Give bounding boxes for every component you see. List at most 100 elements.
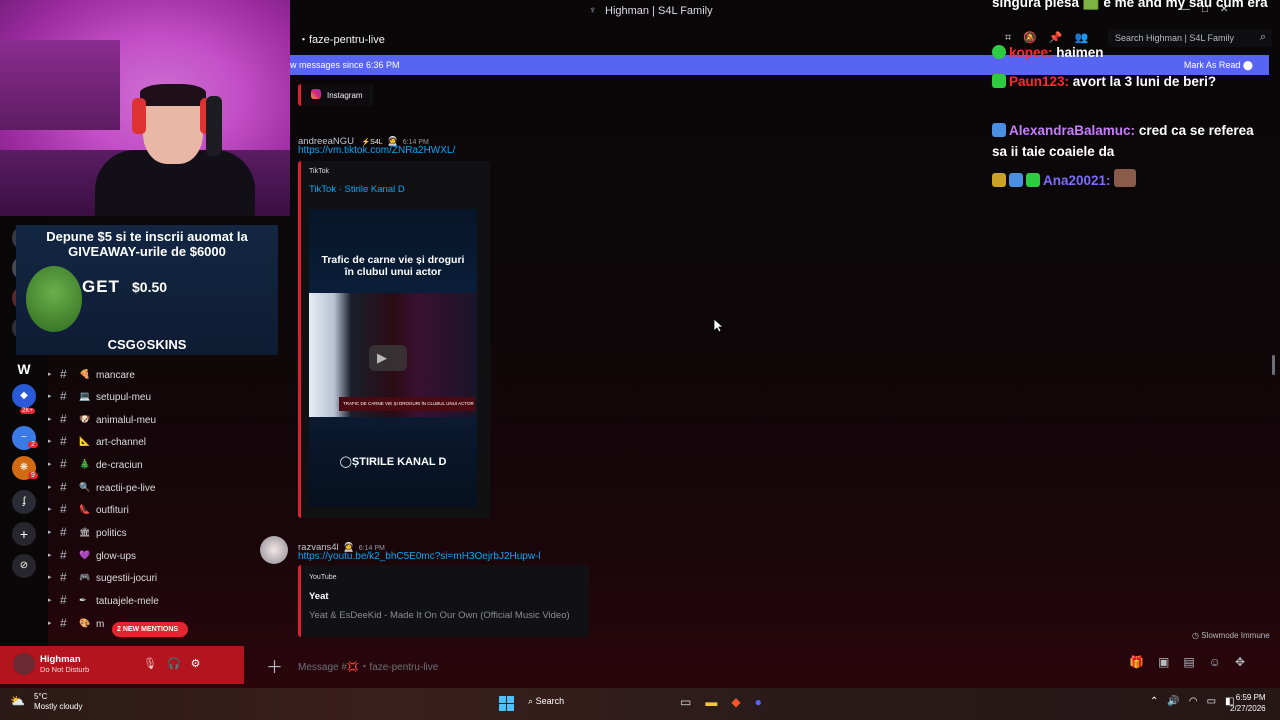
- chevron-right-icon: ▸: [48, 416, 52, 423]
- volume-icon[interactable]: 🔊: [1167, 696, 1188, 707]
- logo-circle-icon: ◯: [339, 456, 352, 468]
- channel-item-art-channel[interactable]: ▸ # 📐 art-channel: [46, 433, 286, 453]
- channel-item-animalul-meu[interactable]: ▸ # 🐶 animalul-meu: [46, 411, 286, 431]
- ad-amount: $0.50: [132, 279, 168, 295]
- hash-icon: #: [60, 616, 67, 630]
- chat-username: Ana20021:: [1043, 173, 1111, 188]
- instagram-embed-footer[interactable]: Instagram: [301, 84, 370, 106]
- message-input[interactable]: Message #💢・faze-pentru-live: [298, 658, 438, 673]
- chevron-right-icon: ▸: [48, 393, 52, 400]
- chevron-right-icon: ▸: [48, 484, 52, 491]
- new-mentions-pill[interactable]: 2 NEW MENTIONS: [112, 622, 188, 637]
- gift-badge-icon: [992, 74, 1006, 88]
- w-server-icon[interactable]: W: [12, 357, 36, 381]
- new-messages-text: w messages since 6:36 PM: [290, 60, 400, 70]
- hash-icon: #: [60, 457, 67, 471]
- hash-icon: #: [60, 548, 67, 562]
- sticker-icon[interactable]: ▤: [1183, 655, 1208, 669]
- hash-icon: #: [60, 389, 67, 403]
- start-button[interactable]: [499, 696, 515, 712]
- server-icon: ♆: [589, 5, 597, 16]
- server-icon[interactable]: ʄ: [12, 490, 36, 514]
- chevron-right-icon: ▸: [48, 506, 52, 513]
- channel-item-politics[interactable]: ▸ # 🏛 politics: [46, 524, 286, 544]
- ad-get: GET: [82, 277, 120, 296]
- channel-item-glow-ups[interactable]: ▸ # 💜 glow-ups: [46, 547, 286, 567]
- discover-icon[interactable]: ⊘: [12, 554, 36, 578]
- chevron-up-icon[interactable]: ⌃: [1150, 696, 1167, 707]
- channel-item-setupul-meu[interactable]: ▸ # 💻 setupul-meu: [46, 388, 286, 408]
- instagram-icon: [311, 89, 321, 99]
- taskbar-clock[interactable]: 6:59 PM 2/27/2026: [1230, 692, 1266, 714]
- streamer-hair: [140, 84, 206, 106]
- chevron-right-icon: ▸: [48, 620, 52, 627]
- deafen-icon[interactable]: 🎧: [167, 658, 191, 670]
- ad-brand: CSG⊙SKINS: [107, 337, 187, 352]
- chevron-right-icon: ▸: [48, 574, 52, 581]
- channel-item-outfituri[interactable]: ▸ # 👠 outfituri: [46, 501, 286, 521]
- server-icon[interactable]: ◆: [12, 384, 36, 408]
- astronaut-badge-icon: [1009, 173, 1023, 187]
- avatar[interactable]: [13, 653, 35, 675]
- battery-icon[interactable]: ▭: [1207, 696, 1225, 707]
- add-server-icon[interactable]: +: [12, 522, 36, 546]
- embed-title[interactable]: TikTok · Stirile Kanal D: [309, 184, 405, 195]
- discord-icon[interactable]: ●: [755, 695, 776, 709]
- headphones-left: [132, 98, 146, 134]
- message-link[interactable]: https://vm.tiktok.com/ZNRa2HWXL/: [298, 145, 455, 156]
- chevron-right-icon: ▸: [48, 552, 52, 559]
- chat-username: kopee:: [1009, 45, 1053, 60]
- taskbar: [0, 688, 1280, 720]
- brave-icon[interactable]: ◆: [731, 695, 754, 709]
- gif-icon[interactable]: ▣: [1158, 655, 1183, 669]
- task-view-icon[interactable]: ▭: [680, 695, 705, 709]
- file-explorer-icon[interactable]: ▬: [705, 695, 731, 709]
- composer-tools: 🎁▣▤☺✥: [1129, 655, 1259, 669]
- wifi-icon[interactable]: ◠: [1189, 696, 1207, 707]
- mic-muted-icon[interactable]: 🎙: [143, 658, 167, 670]
- embed-title[interactable]: Yeat: [309, 591, 329, 602]
- search-icon: ⌕: [528, 696, 534, 706]
- chevron-right-icon: ▸: [48, 529, 52, 536]
- ad-mascot: [26, 266, 82, 332]
- emoji-icon[interactable]: ☺: [1209, 655, 1235, 669]
- embed-video-title[interactable]: Yeat & EsDeeKid - Made It On Our Own (Of…: [309, 608, 579, 636]
- video-strip: TRAFIC DE CARNE VIE ȘI DROGURI ÎN CLUBUL…: [339, 397, 475, 411]
- message-composer[interactable]: ＋ Message #💢・faze-pentru-live 🎁▣▤☺✥: [258, 649, 1273, 677]
- server-badge: 9: [28, 472, 38, 479]
- hash-icon: #: [60, 480, 67, 494]
- hash-icon: #: [60, 525, 67, 539]
- hash-icon: #: [60, 434, 67, 448]
- channel-item-sugestii-jocuri[interactable]: ▸ # 🎮 sugestii-jocuri: [46, 569, 286, 589]
- video-headline: Trafic de carne vie și droguri în clubul…: [321, 254, 465, 278]
- message-link[interactable]: https://youtu.be/k2_bhC5E0mc?si=mH3Oejrb…: [298, 551, 541, 562]
- settings-icon[interactable]: ⚙: [191, 658, 211, 670]
- chevron-right-icon: ▸: [48, 461, 52, 468]
- user-name[interactable]: Highman: [40, 654, 81, 665]
- apps-icon[interactable]: ✥: [1235, 655, 1259, 669]
- server-badge: 2: [28, 441, 38, 448]
- taskbar-search[interactable]: ⌕ Search: [528, 696, 618, 712]
- scrollbar[interactable]: [1272, 355, 1275, 375]
- gift-icon[interactable]: 🎁: [1129, 655, 1158, 669]
- mouse-cursor-icon: [714, 319, 724, 333]
- channel-item-reactii-pe-live[interactable]: ▸ # 🔍 reactii-pe-live: [46, 479, 286, 499]
- emote-icon: [1114, 169, 1137, 187]
- chat-line: Ana20021:: [992, 169, 1272, 191]
- add-attachment-button[interactable]: ＋: [266, 653, 283, 678]
- server-badge: 2K+: [20, 408, 35, 414]
- chat-line: AlexandraBalamuc: cred ca se referea sa …: [992, 123, 1254, 159]
- crown-badge-icon: [992, 173, 1006, 187]
- chat-line: singura piesa 🟩 e me and my sau cum era: [992, 0, 1268, 10]
- chat-username: AlexandraBalamuc:: [1009, 123, 1136, 138]
- channel-item-tatuajele-mele[interactable]: ▸ # ✒ tatuajele-mele: [46, 592, 286, 612]
- hash-icon: #: [60, 367, 67, 381]
- hash-icon: #: [60, 412, 67, 426]
- embed-provider: TikTok: [309, 168, 329, 175]
- gift-badge-icon: [1026, 173, 1040, 187]
- play-button[interactable]: ▶: [369, 345, 407, 371]
- channel-item-mancare[interactable]: ▸ # 🍕 mancare: [46, 366, 286, 386]
- clock-icon: ◷: [1192, 631, 1199, 640]
- chat-line: kopee: haimen: [992, 42, 1272, 63]
- channel-item-de-craciun[interactable]: ▸ # 🎄 de-craciun: [46, 456, 286, 476]
